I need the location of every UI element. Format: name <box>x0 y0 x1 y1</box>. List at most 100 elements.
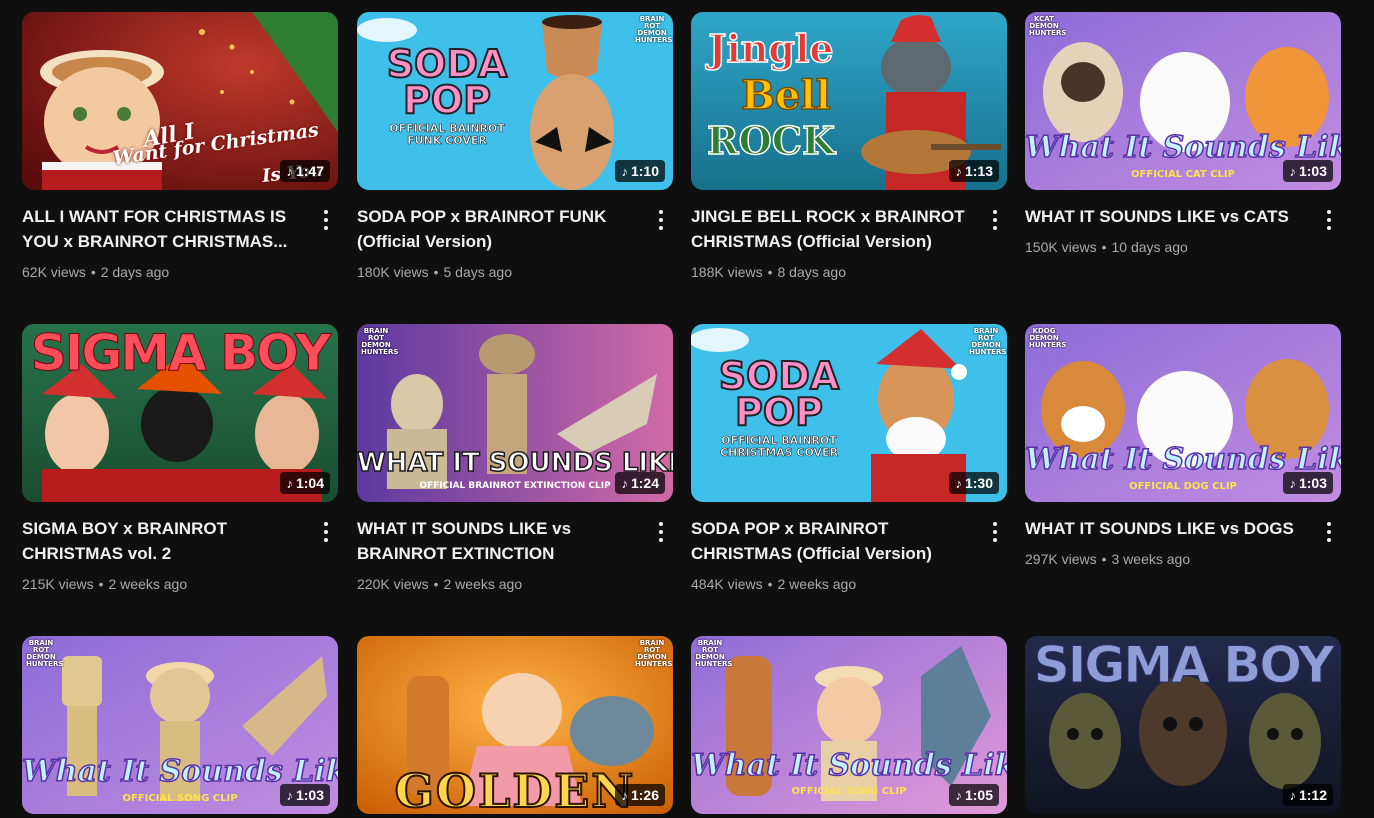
music-note-icon: ♪ <box>286 475 293 491</box>
more-vert-icon[interactable] <box>1317 208 1341 232</box>
more-vert-icon[interactable] <box>983 520 1007 544</box>
channel-badge: KDOG DEMON HUNTERS <box>1029 327 1067 349</box>
meta-separator: • <box>433 576 439 592</box>
video-card: GOLDEN BRAIN ROT DEMON HUNTERS ♪ 1:26 <box>357 636 673 818</box>
duration-text: 1:05 <box>964 787 993 803</box>
view-count: 150K views <box>1025 239 1097 255</box>
video-title[interactable]: WHAT IT SOUNDS LIKE vs BRAINROT EXTINCTI… <box>357 516 647 566</box>
duration-text: 1:03 <box>1298 163 1327 179</box>
view-count: 62K views <box>22 264 86 280</box>
video-grid: All I Want for Christmas Is You ♪1:47 AL… <box>0 0 1374 818</box>
meta-separator: • <box>98 576 104 592</box>
video-card: Jingle Bell ROCK ♪ 1:13 JINGLE BELL ROCK … <box>691 12 1007 312</box>
duration-text: 1:03 <box>295 787 324 803</box>
video-card: WHAT IT SOUNDS LIKE OFFICIAL BRAINROT EX… <box>357 324 673 624</box>
duration-text: 1:26 <box>630 787 659 803</box>
meta-separator: • <box>1101 239 1107 255</box>
more-vert-icon[interactable] <box>983 208 1007 232</box>
view-count: 484K views <box>691 576 763 592</box>
video-title[interactable]: SIGMA BOY x BRAINROT CHRISTMAS vol. 2 <box>22 516 312 566</box>
more-vert-icon[interactable] <box>649 208 673 232</box>
upload-age: 5 days ago <box>443 264 513 280</box>
upload-age: 2 weeks ago <box>443 576 523 592</box>
more-vert-icon[interactable] <box>649 520 673 544</box>
video-thumbnail[interactable]: SIGMA BOY ♪ 1:04 <box>22 324 338 502</box>
music-note-icon: ♪ <box>621 163 628 179</box>
video-thumbnail[interactable]: SIGMA BOY ♪ 1:12 <box>1025 636 1341 814</box>
music-note-icon: ♪ <box>1289 163 1296 179</box>
video-title[interactable]: WHAT IT SOUNDS LIKE vs CATS <box>1025 204 1315 229</box>
view-count: 297K views <box>1025 551 1097 567</box>
video-thumbnail[interactable]: SODA POP OFFICIAL BAINROT CHRISTMAS COVE… <box>691 324 1007 502</box>
music-note-icon: ♪ <box>955 163 962 179</box>
video-title[interactable]: JINGLE BELL ROCK x BRAINROT CHRISTMAS (O… <box>691 204 981 254</box>
video-title[interactable]: WHAT IT SOUNDS LIKE vs DOGS <box>1025 516 1315 541</box>
meta-separator: • <box>767 576 773 592</box>
view-count: 220K views <box>357 576 429 592</box>
duration-badge: ♪ 1:24 <box>615 472 665 494</box>
duration-text: 1:03 <box>1298 475 1327 491</box>
video-card: SIGMA BOY ♪ 1:12 <box>1025 636 1341 818</box>
music-note-icon: ♪ <box>286 163 293 179</box>
video-card: All I Want for Christmas Is You ♪1:47 AL… <box>22 12 338 312</box>
view-count: 188K views <box>691 264 763 280</box>
video-card: SIGMA BOY ♪ 1:04 SIGMA BOY x BRAINROT CHR… <box>22 324 338 624</box>
more-vert-icon[interactable] <box>314 520 338 544</box>
upload-age: 2 weeks ago <box>108 576 188 592</box>
video-thumbnail[interactable]: What It Sounds Like OFFICIAL SONG CLIP B… <box>22 636 338 814</box>
video-thumbnail[interactable]: Jingle Bell ROCK ♪ 1:13 <box>691 12 1007 190</box>
video-card: SODA POP OFFICIAL BAINROT CHRISTMAS COVE… <box>691 324 1007 624</box>
duration-badge: ♪ 1:03 <box>280 784 330 806</box>
duration-badge: ♪ 1:03 <box>1283 160 1333 182</box>
music-note-icon: ♪ <box>621 787 628 803</box>
duration-badge: ♪ 1:05 <box>949 784 999 806</box>
channel-badge: BRAIN ROT DEMON HUNTERS <box>26 639 64 668</box>
channel-badge: KCAT DEMON HUNTERS <box>1029 15 1067 37</box>
channel-badge: BRAIN ROT DEMON HUNTERS <box>635 15 673 44</box>
view-count: 180K views <box>357 264 429 280</box>
video-thumbnail[interactable]: GOLDEN BRAIN ROT DEMON HUNTERS ♪ 1:26 <box>357 636 673 814</box>
video-thumbnail[interactable]: What It Sounds Like OFFICIAL DOG CLIP KD… <box>1025 324 1341 502</box>
video-thumbnail[interactable]: All I Want for Christmas Is You ♪1:47 <box>22 12 338 190</box>
duration-badge: ♪ 1:03 <box>1283 472 1333 494</box>
channel-badge: BRAIN ROT DEMON HUNTERS <box>635 639 673 668</box>
video-card: What It Sounds Like OFFICIAL CAT CLIP KC… <box>1025 12 1341 312</box>
channel-badge: BRAIN ROT DEMON HUNTERS <box>969 327 1007 356</box>
video-meta: 188K views • 8 days ago <box>691 262 846 282</box>
duration-text: 1:04 <box>295 475 324 491</box>
duration-badge: ♪ 1:30 <box>949 472 999 494</box>
upload-age: 2 weeks ago <box>777 576 857 592</box>
video-meta: 215K views • 2 weeks ago <box>22 574 187 594</box>
video-meta: 297K views • 3 weeks ago <box>1025 549 1190 569</box>
more-vert-icon[interactable] <box>314 208 338 232</box>
duration-text: 1:13 <box>964 163 993 179</box>
duration-text: 1:47 <box>295 163 324 179</box>
video-card: SODA POP OFFICIAL BAINROT FUNK COVER BRA… <box>357 12 673 312</box>
video-thumbnail[interactable]: SODA POP OFFICIAL BAINROT FUNK COVER BRA… <box>357 12 673 190</box>
upload-age: 8 days ago <box>777 264 847 280</box>
duration-text: 1:30 <box>964 475 993 491</box>
duration-badge: ♪ 1:12 <box>1283 784 1333 806</box>
meta-separator: • <box>1101 551 1107 567</box>
video-thumbnail[interactable]: WHAT IT SOUNDS LIKE OFFICIAL BRAINROT EX… <box>357 324 673 502</box>
duration-text: 1:10 <box>630 163 659 179</box>
duration-badge: ♪ 1:13 <box>949 160 999 182</box>
duration-badge: ♪ 1:10 <box>615 160 665 182</box>
video-thumbnail[interactable]: What It Sounds Like OFFICIAL CAT CLIP KC… <box>1025 12 1341 190</box>
music-note-icon: ♪ <box>955 475 962 491</box>
video-thumbnail[interactable]: What It Sounds Like OFFICIAL SONG CLIP B… <box>691 636 1007 814</box>
view-count: 215K views <box>22 576 94 592</box>
upload-age: 2 days ago <box>100 264 170 280</box>
video-title[interactable]: SODA POP x BRAINROT FUNK (Official Versi… <box>357 204 647 254</box>
channel-badge: BRAIN ROT DEMON HUNTERS <box>361 327 399 356</box>
duration-badge: ♪ 1:47 <box>280 160 330 182</box>
upload-age: 10 days ago <box>1111 239 1188 255</box>
music-note-icon: ♪ <box>621 475 628 491</box>
video-title[interactable]: SODA POP x BRAINROT CHRISTMAS (Official … <box>691 516 981 566</box>
duration-badge: ♪ 1:26 <box>615 784 665 806</box>
video-title[interactable]: ALL I WANT FOR CHRISTMAS IS YOU x BRAINR… <box>22 204 312 254</box>
music-note-icon: ♪ <box>1289 475 1296 491</box>
video-meta: 180K views • 5 days ago <box>357 262 512 282</box>
more-vert-icon[interactable] <box>1317 520 1341 544</box>
video-card: What It Sounds Like OFFICIAL DOG CLIP KD… <box>1025 324 1341 624</box>
